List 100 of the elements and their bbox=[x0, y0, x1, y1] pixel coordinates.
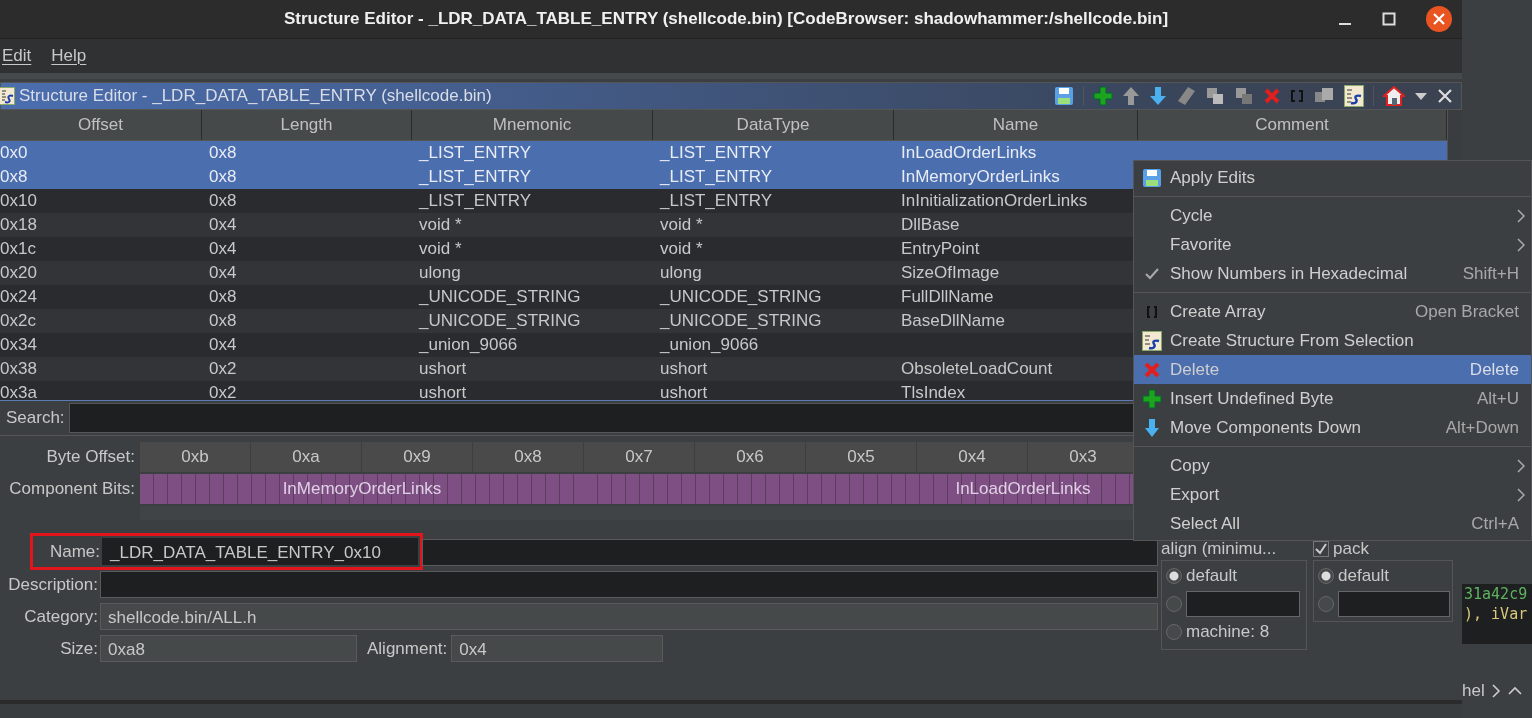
chevron-right-icon[interactable] bbox=[1490, 683, 1501, 699]
input-field[interactable] bbox=[100, 571, 1158, 598]
field-label: Category: bbox=[23, 606, 99, 627]
table-cell-text: _UNICODE_STRING bbox=[417, 310, 582, 332]
copy-icon[interactable] bbox=[1234, 86, 1254, 106]
input-field[interactable] bbox=[1186, 591, 1300, 617]
table-cell-text: _union_9066 bbox=[658, 334, 760, 356]
down-arrow-icon[interactable] bbox=[1149, 86, 1167, 106]
table-cell-text: 0x8 bbox=[0, 166, 29, 188]
field-label: Size: bbox=[59, 638, 99, 659]
table-cell-text: InInitializationOrderLinks bbox=[900, 190, 1089, 212]
radio-button[interactable] bbox=[1166, 624, 1182, 640]
brackets-icon bbox=[1146, 304, 1158, 319]
table-cell-text: void * bbox=[418, 238, 463, 260]
radio-button[interactable] bbox=[1318, 596, 1334, 612]
byte-offset-label: Byte Offset: bbox=[45, 446, 136, 468]
table-cell-text: ushort bbox=[659, 358, 709, 380]
column-header[interactable]: Mnemonic bbox=[412, 110, 653, 140]
column-header[interactable]: Name bbox=[894, 110, 1138, 140]
up-arrow-icon[interactable] bbox=[1122, 86, 1140, 106]
checkbox-label: pack bbox=[1333, 538, 1369, 560]
table-cell-text: FullDllName bbox=[900, 286, 995, 308]
table-cell-text: _UNICODE_STRING bbox=[658, 286, 823, 308]
table-cell-text: _LIST_ENTRY bbox=[658, 166, 774, 188]
table-cell-text: 0x4 bbox=[208, 334, 238, 356]
table-cell-text: 0x3a bbox=[0, 382, 38, 400]
close-icon[interactable] bbox=[1437, 88, 1453, 104]
menu-item[interactable]: Delete Delete bbox=[1134, 355, 1531, 384]
shortcut-label: Alt+Down bbox=[1445, 417, 1519, 438]
table-cell-text: void * bbox=[659, 214, 704, 236]
field-label: Description: bbox=[7, 574, 99, 595]
table-cell-text: 0x24 bbox=[0, 286, 38, 308]
plus-icon bbox=[1142, 388, 1162, 409]
component-bits[interactable]: InMemoryOrderLinks bbox=[140, 474, 584, 504]
structure-icon[interactable] bbox=[1344, 85, 1364, 107]
dropdown-icon[interactable] bbox=[1414, 91, 1428, 101]
checkbox[interactable] bbox=[1313, 541, 1329, 557]
radio-button[interactable] bbox=[1166, 568, 1182, 584]
input-field[interactable] bbox=[1338, 591, 1450, 617]
menu-item[interactable]: Edit bbox=[2, 46, 32, 66]
table-cell-text: 0x8 bbox=[208, 190, 238, 212]
save-icon[interactable] bbox=[1054, 86, 1074, 106]
table-cell-text: ulong bbox=[418, 262, 462, 284]
table-cell-text: 0x8 bbox=[208, 286, 238, 308]
table-cell-text: 0x2c bbox=[0, 310, 37, 332]
column-header[interactable]: DataType bbox=[653, 110, 894, 140]
column-header[interactable]: Offset bbox=[0, 110, 202, 140]
maximize-icon[interactable] bbox=[1382, 12, 1396, 26]
table-cell-text: 0x4 bbox=[208, 238, 238, 260]
byte-offset-cell: 0x8 bbox=[473, 442, 584, 472]
close-icon[interactable] bbox=[1426, 6, 1452, 32]
byte-offset-cell: 0x7 bbox=[584, 442, 695, 472]
menu-item[interactable]: Insert Undefined Byte Alt+U bbox=[1134, 384, 1531, 413]
menu-item[interactable]: Help bbox=[51, 46, 87, 66]
component-bits-label: Component Bits: bbox=[8, 478, 136, 500]
table-cell-text: _UNICODE_STRING bbox=[658, 310, 823, 332]
table-cell-text: ushort bbox=[659, 382, 709, 400]
home-icon[interactable] bbox=[1383, 86, 1405, 106]
option-label: default bbox=[1338, 566, 1390, 586]
table-cell-text: 0x4 bbox=[208, 214, 238, 236]
copy-icon[interactable] bbox=[1205, 86, 1225, 106]
eraser-icon[interactable] bbox=[1176, 86, 1196, 106]
menu-item[interactable]: Select All Ctrl+A bbox=[1134, 509, 1531, 538]
table-cell-text: EntryPoint bbox=[900, 238, 981, 260]
input-field[interactable]: 0x4 bbox=[451, 635, 664, 662]
radio-button[interactable] bbox=[1166, 596, 1182, 612]
window-title: Structure Editor - _LDR_DATA_TABLE_ENTRY (shellcode.bin) [CodeBrowser: shadowhammer:/shellcode.bin] bbox=[283, 9, 1169, 29]
input-field[interactable]: 0xa8 bbox=[100, 635, 357, 662]
byte-offset-cell: 0x6 bbox=[695, 442, 806, 472]
input-field-extension[interactable] bbox=[422, 539, 1158, 566]
table-cell-text: 0x1c bbox=[0, 238, 37, 260]
table-cell-text: 0x8 bbox=[208, 310, 238, 332]
menu-item[interactable]: Move Components Down Alt+Down bbox=[1134, 413, 1531, 442]
byte-offset-cell: 0x9 bbox=[362, 442, 473, 472]
table-cell-text: _LIST_ENTRY bbox=[658, 190, 774, 212]
save-icon bbox=[1142, 167, 1162, 188]
column-header[interactable]: Length bbox=[202, 110, 412, 140]
shortcut-label: Delete bbox=[1469, 359, 1519, 380]
table-cell-text: void * bbox=[418, 214, 463, 236]
panel-title: Structure Editor - _LDR_DATA_TABLE_ENTRY (shellcode.bin) bbox=[19, 86, 492, 106]
input-field[interactable]: shellcode.bin/ALL.h bbox=[100, 603, 1158, 630]
delete-icon bbox=[1144, 361, 1160, 378]
plus-icon[interactable] bbox=[1093, 86, 1113, 106]
breadcrumb[interactable]: hel bbox=[1462, 681, 1485, 701]
table-cell-text: 0x2 bbox=[208, 382, 238, 400]
search-label: Search: bbox=[6, 408, 65, 428]
structure-icon bbox=[0, 87, 15, 105]
table-cell-text: 0x8 bbox=[208, 142, 238, 164]
option-label: default bbox=[1186, 566, 1238, 586]
chevron-up-icon[interactable] bbox=[1506, 686, 1523, 696]
table-row[interactable]: 0x0 0x8 _LIST_ENTRY _LIST_ENTRY InLoadOrderLinks bbox=[0, 141, 1447, 165]
table-cell-text: void * bbox=[659, 238, 704, 260]
field-label: Name: bbox=[48, 541, 101, 562]
table-cell-text: 0x2 bbox=[208, 358, 238, 380]
table-cell-text: ObsoleteLoadCount bbox=[900, 358, 1054, 380]
radio-button[interactable] bbox=[1318, 568, 1334, 584]
input-field[interactable]: _LDR_DATA_TABLE_ENTRY_0x10 bbox=[102, 538, 418, 565]
table-cell-text: _LIST_ENTRY bbox=[417, 166, 533, 188]
byte-offset-cell: 0xb bbox=[140, 442, 251, 472]
shortcut-label: Ctrl+A bbox=[1471, 513, 1519, 534]
